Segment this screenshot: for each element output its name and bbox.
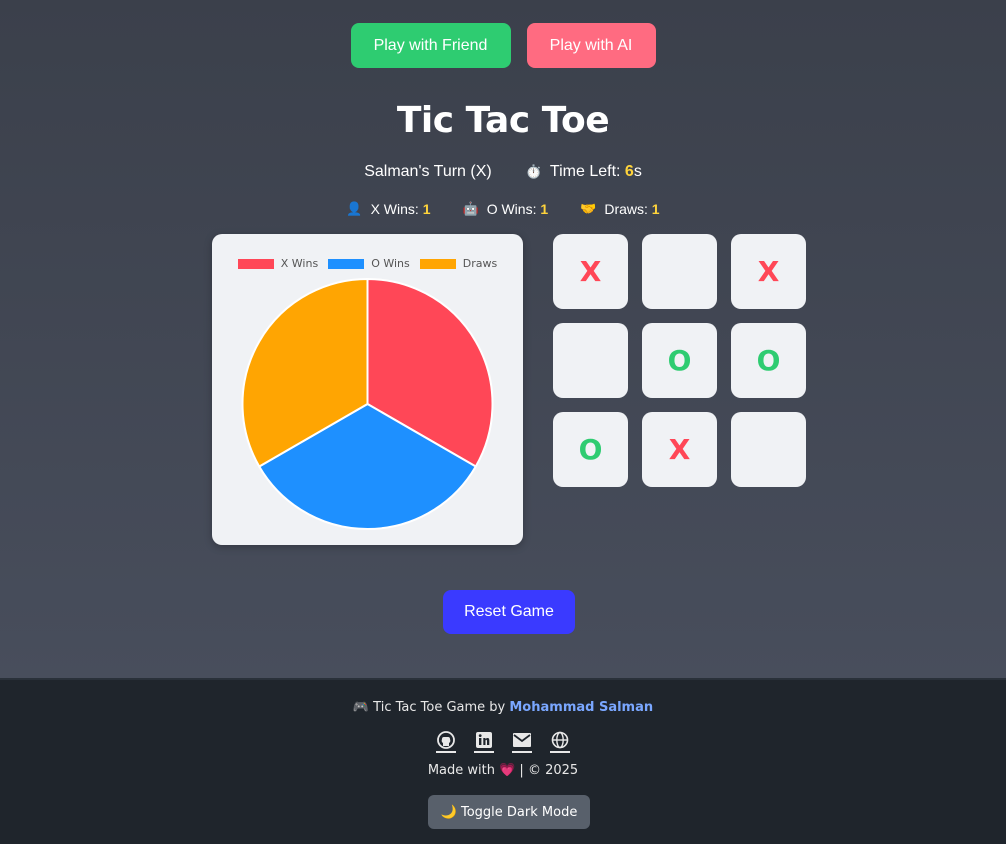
timer-value: 6 <box>624 163 634 180</box>
moon-icon: 🌙 <box>440 804 457 820</box>
timer: ⏱️ Time Left: 6s <box>526 163 642 181</box>
draws-value: 1 <box>651 201 660 217</box>
timer-unit: s <box>633 163 642 180</box>
credit-prefix: Tic Tac Toe Game by <box>373 700 510 715</box>
board-cell-2[interactable] <box>642 234 717 309</box>
o-wins-label: O Wins: <box>486 201 541 217</box>
board-cell-8[interactable]: X <box>642 412 717 487</box>
copyright-text: | © 2025 <box>515 763 579 778</box>
heart-icon: 💗 <box>499 763 516 778</box>
page-title: Tic Tac Toe <box>396 100 610 141</box>
handshake-icon: 🤝 <box>580 201 597 216</box>
status-row: Salman's Turn (X) ⏱️ Time Left: 6s <box>0 163 1006 181</box>
board-cell-6[interactable]: O <box>731 323 806 398</box>
mail-icon[interactable] <box>512 731 532 753</box>
x-wins-label: X Wins: <box>370 201 423 217</box>
o-wins: 🤖 O Wins: 1 <box>463 201 549 217</box>
timer-label: Time Left: <box>549 163 625 180</box>
draws: 🤝 Draws: 1 <box>580 201 659 217</box>
board-cell-1[interactable]: X <box>553 234 628 309</box>
linkedin-icon[interactable] <box>474 731 494 753</box>
score-row: 👤 X Wins: 1 🤖 O Wins: 1 🤝 Draws: 1 <box>0 201 1006 217</box>
x-wins: 👤 X Wins: 1 <box>346 201 430 217</box>
author-link[interactable]: Mohammad Salman <box>509 700 653 715</box>
github-icon[interactable] <box>436 731 456 753</box>
footer: 🎮 Tic Tac Toe Game by Mohammad Salman Ma… <box>0 678 1006 844</box>
stats-chart-card: X Wins O Wins Draws <box>212 234 523 545</box>
o-wins-value: 1 <box>540 201 549 217</box>
game-main: Play with Friend Play with AI Tic Tac To… <box>0 0 1006 678</box>
x-wins-value: 1 <box>422 201 431 217</box>
made-prefix: Made with <box>427 763 500 778</box>
draws-label: Draws: <box>604 201 652 217</box>
board-cell-7[interactable]: O <box>553 412 628 487</box>
toggle-dark-mode-button[interactable]: 🌙 Toggle Dark Mode <box>428 795 590 829</box>
pie-chart <box>241 277 494 530</box>
stopwatch-icon: ⏱️ <box>525 164 542 179</box>
reset-game-button[interactable]: Reset Game <box>443 590 575 634</box>
mode-buttons: Play with Friend Play with AI <box>0 23 1006 68</box>
toggle-dark-mode-label: Toggle Dark Mode <box>460 804 578 820</box>
gamepad-icon: 🎮 <box>352 700 370 715</box>
turn-indicator: Salman's Turn (X) <box>364 163 492 180</box>
globe-icon[interactable] <box>550 731 570 753</box>
board-cell-5[interactable]: O <box>642 323 717 398</box>
player-icon: 👤 <box>346 201 363 216</box>
timer-text: Time Left: 6s <box>550 163 642 181</box>
made-with-text: Made with 💗 | © 2025 <box>0 763 1006 778</box>
social-links <box>0 731 1006 753</box>
play-with-friend-button[interactable]: Play with Friend <box>350 23 511 68</box>
game-board: XXOOOX <box>553 234 806 487</box>
board-cell-9[interactable] <box>731 412 806 487</box>
board-cell-3[interactable]: X <box>731 234 806 309</box>
robot-icon: 🤖 <box>462 201 479 216</box>
footer-credit: 🎮 Tic Tac Toe Game by Mohammad Salman <box>0 700 1006 715</box>
board-cell-4[interactable] <box>553 323 628 398</box>
play-with-ai-button[interactable]: Play with AI <box>526 23 656 68</box>
